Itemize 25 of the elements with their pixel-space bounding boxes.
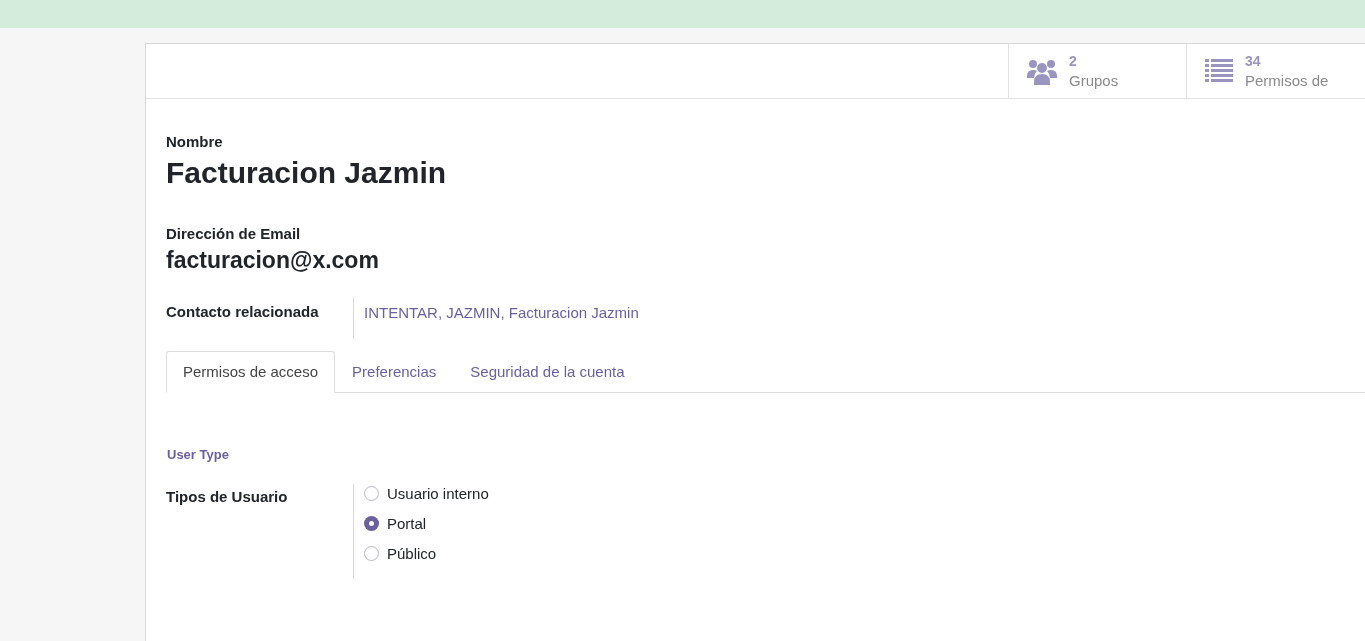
field-label: Dirección de Email — [166, 223, 302, 244]
stat-label: Grupos — [1069, 71, 1119, 91]
stat-count: 2 — [1069, 52, 1078, 71]
radio-button[interactable] — [364, 545, 379, 561]
name-value: Facturacion Jazmin — [166, 154, 448, 191]
tab[interactable]: Seguridad de la cuenta — [453, 351, 642, 393]
tab[interactable]: Preferencias — [335, 351, 454, 393]
radio-label: Público — [387, 543, 437, 563]
email-value: facturacion@x.com — [166, 246, 380, 275]
tab[interactable]: Permisos de acceso — [166, 351, 336, 393]
field-label: Tipos de Usuario — [166, 486, 289, 507]
field-label: Nombre — [166, 132, 224, 152]
users-icon — [1027, 57, 1057, 85]
radio-button[interactable] — [364, 485, 379, 501]
stat-count: 34 — [1245, 52, 1262, 71]
field-label: Contacto relacionada — [166, 302, 320, 322]
list-icon — [1205, 59, 1233, 83]
contact-link[interactable]: INTENTAR, JAZMIN, Facturacion Jazmin — [364, 304, 639, 321]
radio-label: Portal — [387, 513, 427, 533]
radio-label: Usuario interno — [387, 483, 489, 503]
stat-button[interactable]: 2 Grupos — [1008, 44, 1186, 98]
stat-button[interactable]: 34 Permisos de — [1186, 44, 1364, 98]
stat-label: Permisos de — [1245, 71, 1329, 91]
section-title: User Type — [167, 446, 230, 464]
radio-button[interactable] — [364, 515, 379, 531]
